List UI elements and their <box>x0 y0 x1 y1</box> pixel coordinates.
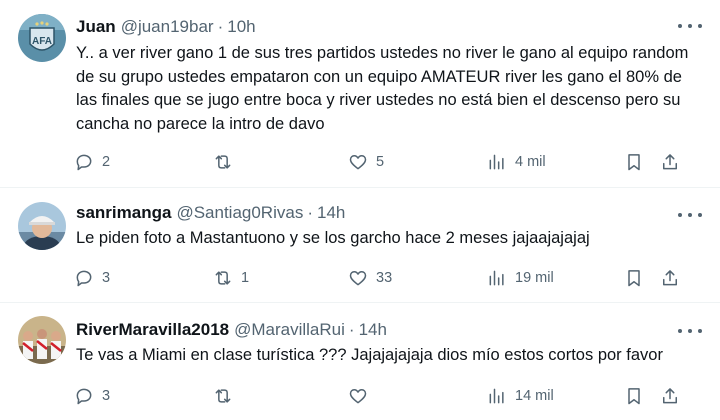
display-name[interactable]: RiverMaravilla2018 <box>76 320 229 340</box>
bookmark-button[interactable] <box>624 384 644 408</box>
display-name[interactable]: Juan <box>76 17 116 37</box>
share-button[interactable] <box>660 150 680 174</box>
team-photo-icon <box>18 316 66 364</box>
heart-icon <box>349 155 367 170</box>
tweet-text: Y.. a ver river gano 1 de sus tres parti… <box>76 44 689 133</box>
separator-dot: · <box>217 17 224 36</box>
more-options-icon[interactable] <box>678 325 702 337</box>
retweet-count: 1 <box>241 270 250 286</box>
reply-count: 2 <box>102 154 111 170</box>
separator-dot: · <box>348 320 355 339</box>
user-handle[interactable]: @juan19bar <box>121 17 214 37</box>
reply-icon <box>76 270 92 287</box>
avatar[interactable]: AFA <box>18 14 66 62</box>
retweet-button[interactable]: 1 <box>213 266 249 290</box>
like-button[interactable] <box>348 384 376 408</box>
action-bar: 2 5 4 mil <box>0 150 720 174</box>
more-options-icon[interactable] <box>678 20 702 32</box>
heart-icon <box>349 389 367 404</box>
retweet-icon <box>215 271 231 285</box>
tweet-header: RiverMaravilla2018 @MaravillaRui · 14h <box>76 319 387 341</box>
like-button[interactable]: 33 <box>348 266 392 290</box>
views-bar-chart-icon <box>489 388 504 404</box>
tweet[interactable]: AFA Juan @juan19bar · 10h Y.. a ver rive… <box>0 0 720 188</box>
retweet-icon <box>215 155 231 169</box>
tweet-header: sanrimanga @Santiag0Rivas · 14h <box>76 202 345 224</box>
views-count: 19 mil <box>515 270 554 286</box>
views-button[interactable]: 14 mil <box>487 384 554 408</box>
share-icon <box>663 270 677 286</box>
heart-icon <box>349 271 367 286</box>
reply-feed: AFA Juan @juan19bar · 10h Y.. a ver rive… <box>0 0 720 420</box>
views-bar-chart-icon <box>489 270 504 286</box>
reply-count: 3 <box>102 388 111 404</box>
share-icon <box>663 154 677 170</box>
reply-count: 3 <box>102 270 111 286</box>
svg-text:AFA: AFA <box>32 36 52 47</box>
display-name[interactable]: sanrimanga <box>76 203 171 223</box>
person-photo-icon <box>18 202 66 250</box>
share-button[interactable] <box>660 266 680 290</box>
timestamp[interactable]: 14h <box>359 320 387 340</box>
separator-dot: · <box>307 203 313 222</box>
bookmark-button[interactable] <box>624 150 644 174</box>
reply-icon <box>76 154 92 171</box>
user-handle[interactable]: @Santiag0Rivas <box>176 203 303 223</box>
more-options-icon[interactable] <box>678 209 702 221</box>
views-button[interactable]: 19 mil <box>487 266 554 290</box>
bookmark-icon <box>628 270 640 287</box>
tweet-text: Le piden foto a Mastantuono y se los gar… <box>76 229 590 247</box>
action-bar: 3 1 33 19 mil <box>0 266 720 290</box>
action-bar: 3 14 mil <box>0 384 720 408</box>
timestamp[interactable]: 10h <box>227 17 255 37</box>
tweet[interactable]: RiverMaravilla2018 @MaravillaRui · 14h T… <box>0 303 720 420</box>
timestamp[interactable]: 14h <box>317 203 345 223</box>
reply-button[interactable]: 3 <box>74 266 110 290</box>
views-bar-chart-icon <box>489 154 504 170</box>
like-count: 5 <box>376 154 385 170</box>
like-count: 33 <box>376 270 393 286</box>
reply-icon <box>76 388 92 405</box>
reply-button[interactable]: 3 <box>74 384 110 408</box>
tweet[interactable]: sanrimanga @Santiag0Rivas · 14h Le piden… <box>0 188 720 303</box>
bookmark-button[interactable] <box>624 266 644 290</box>
tweet-text: Te vas a Miami en clase turística ??? Ja… <box>76 346 663 364</box>
avatar[interactable] <box>18 316 66 364</box>
avatar[interactable] <box>18 202 66 250</box>
reply-button[interactable]: 2 <box>74 150 110 174</box>
afa-badge-icon: AFA <box>18 14 66 62</box>
retweet-button[interactable] <box>213 150 241 174</box>
like-button[interactable]: 5 <box>348 150 384 174</box>
share-icon <box>663 388 677 404</box>
share-button[interactable] <box>660 384 680 408</box>
views-count: 4 mil <box>515 154 546 170</box>
views-count: 14 mil <box>515 388 554 404</box>
retweet-icon <box>215 389 231 403</box>
bookmark-icon <box>628 388 640 405</box>
user-handle[interactable]: @MaravillaRui <box>234 320 345 340</box>
retweet-button[interactable] <box>213 384 241 408</box>
tweet-header: Juan @juan19bar · 10h <box>76 16 256 38</box>
bookmark-icon <box>628 154 640 171</box>
views-button[interactable]: 4 mil <box>487 150 546 174</box>
